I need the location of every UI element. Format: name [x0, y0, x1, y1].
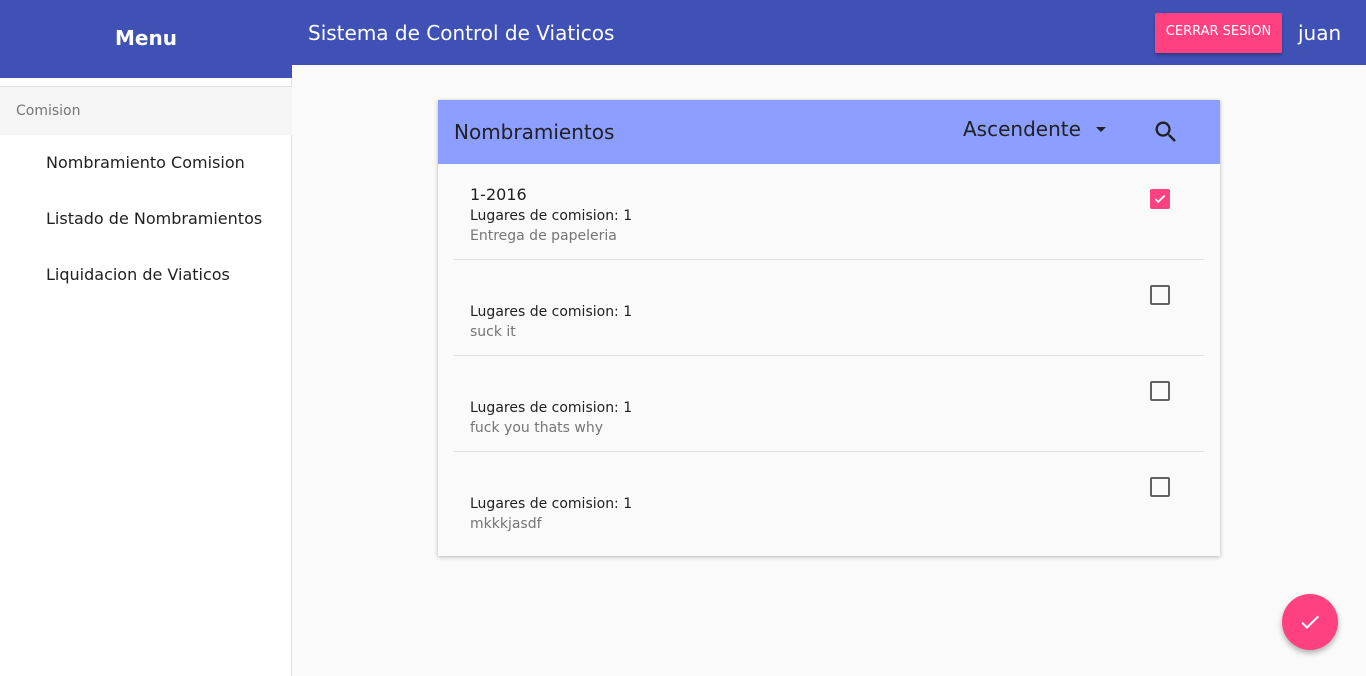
- search-button[interactable]: [1152, 118, 1180, 146]
- item-title: 1-2016: [470, 185, 527, 204]
- item-checkbox[interactable]: [1150, 381, 1170, 401]
- item-description: suck it: [470, 324, 516, 340]
- card-title: Nombramientos: [454, 120, 615, 144]
- sort-order-value: Ascendente: [963, 117, 1081, 141]
- check-icon: [1301, 615, 1319, 629]
- check-icon: [1154, 194, 1166, 204]
- sidebar-item-label: Liquidacion de Viaticos: [46, 264, 230, 284]
- item-checkbox[interactable]: [1150, 285, 1170, 305]
- item-description: fuck you thats why: [470, 420, 604, 436]
- search-icon: [1155, 121, 1176, 142]
- item-description: Entrega de papeleria: [470, 228, 617, 244]
- sidebar-header: Menu: [0, 0, 292, 78]
- item-checkbox[interactable]: [1150, 477, 1170, 497]
- item-checkbox[interactable]: [1150, 189, 1170, 209]
- username: juan: [1298, 20, 1342, 45]
- arrow-drop-down-icon: [1095, 126, 1106, 132]
- sidebar-item-label: Nombramiento Comision: [46, 152, 245, 172]
- logout-button[interactable]: CERRAR SESION: [1155, 13, 1282, 53]
- sidebar-item-liquidacion-viaticos[interactable]: Liquidacion de Viaticos: [0, 246, 292, 302]
- item-description: mkkkjasdf: [470, 516, 542, 532]
- sidebar: Menu Comision Nombramiento Comision List…: [0, 0, 292, 676]
- list-item[interactable]: Lugares de comision: 1 mkkkjasdf: [454, 452, 1204, 548]
- item-places: Lugares de comision: 1: [470, 400, 633, 416]
- app-bar: Sistema de Control de Viaticos CERRAR SE…: [292, 0, 1366, 65]
- sort-order-select[interactable]: Ascendente: [963, 112, 1106, 146]
- item-places: Lugares de comision: 1: [470, 496, 633, 512]
- sidebar-item-nombramiento-comision[interactable]: Nombramiento Comision: [0, 134, 292, 190]
- item-places: Lugares de comision: 1: [470, 304, 633, 320]
- nombramientos-card: Nombramientos Ascendente 1-2016 Lugares …: [438, 100, 1220, 556]
- card-toolbar: Nombramientos Ascendente: [438, 100, 1220, 164]
- item-places: Lugares de comision: 1: [470, 208, 633, 224]
- confirm-fab-button[interactable]: [1282, 594, 1338, 650]
- sidebar-section-comision: Comision: [0, 87, 292, 135]
- sidebar-item-label: Listado de Nombramientos: [46, 208, 263, 228]
- list-item[interactable]: Lugares de comision: 1 fuck you thats wh…: [454, 356, 1204, 452]
- app-title: Sistema de Control de Viaticos: [308, 20, 615, 45]
- list-item[interactable]: 1-2016 Lugares de comision: 1 Entrega de…: [454, 164, 1204, 260]
- list-item[interactable]: Lugares de comision: 1 suck it: [454, 260, 1204, 356]
- sidebar-item-listado-nombramientos[interactable]: Listado de Nombramientos: [0, 190, 292, 246]
